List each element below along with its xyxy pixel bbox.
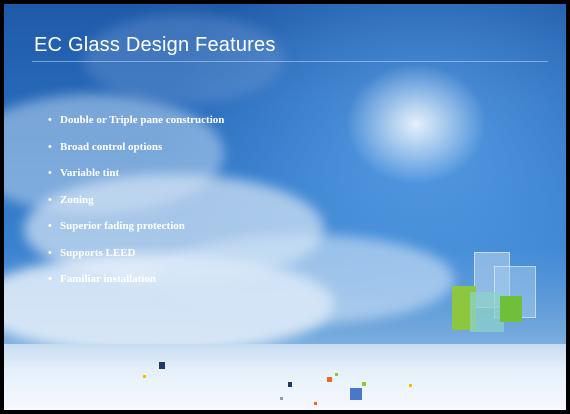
slide-title: EC Glass Design Features xyxy=(34,34,276,56)
bullet-item: Supports LEED xyxy=(48,246,224,273)
bullet-list: Double or Triple pane construction Broad… xyxy=(48,113,224,299)
bullet-item: Zoning xyxy=(48,193,224,220)
title-divider xyxy=(32,61,548,62)
bullet-item: Variable tint xyxy=(48,166,224,193)
small-square xyxy=(288,382,292,387)
small-square xyxy=(314,402,317,405)
cloud-decoration xyxy=(84,14,284,104)
small-square xyxy=(350,388,362,400)
bullet-item: Broad control options xyxy=(48,140,224,167)
bullet-item: Superior fading protection xyxy=(48,219,224,246)
small-square xyxy=(143,375,146,378)
glass-square xyxy=(470,292,504,332)
small-square xyxy=(327,377,332,382)
small-square xyxy=(280,397,283,400)
slide: EC Glass Design Features Double or Tripl… xyxy=(4,4,566,410)
small-square xyxy=(335,373,338,376)
small-square xyxy=(362,382,366,386)
small-square xyxy=(409,384,412,387)
bullet-item: Familiar installation xyxy=(48,272,224,299)
bottom-band xyxy=(4,344,566,410)
bullet-item: Double or Triple pane construction xyxy=(48,113,224,140)
glass-square xyxy=(500,296,522,322)
small-square xyxy=(159,362,165,369)
